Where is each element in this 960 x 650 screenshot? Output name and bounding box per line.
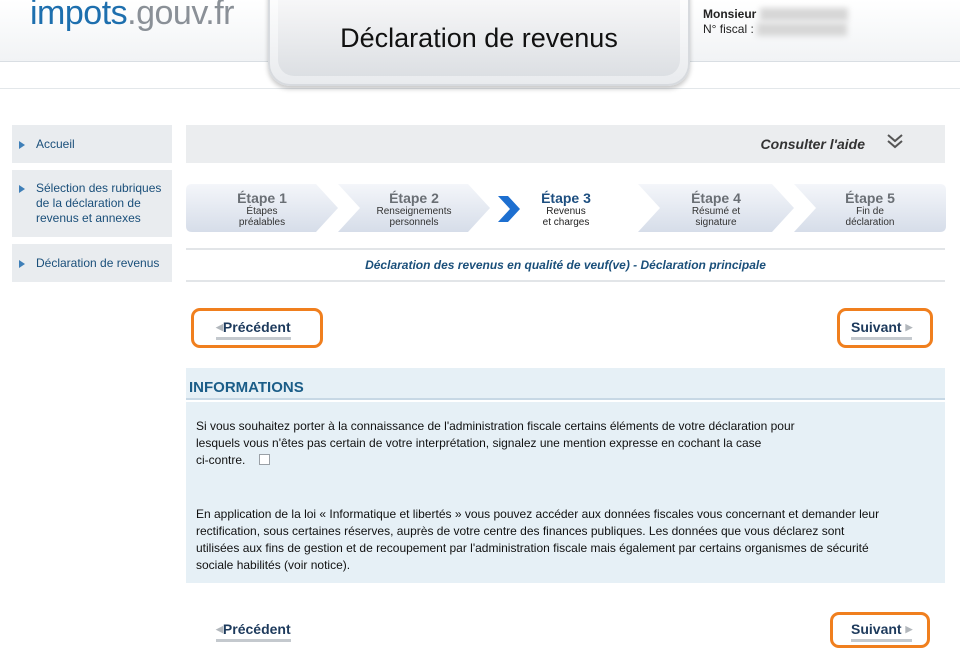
user-name: Monsieur — [703, 7, 757, 21]
step-subtitle-line1: Renseignements — [376, 206, 452, 217]
mention-expresse-checkbox[interactable] — [259, 454, 271, 465]
next-button-bottom[interactable]: Suivant ▶ — [851, 621, 913, 642]
mention-expresse-paragraph: Si vous souhaitez porter à la connaissan… — [196, 418, 795, 469]
text-line: ci-contre. — [196, 453, 246, 467]
arrow-left-icon: ◀ — [216, 624, 223, 634]
previous-button-bottom[interactable]: ◀Précédent — [216, 621, 291, 642]
step-subtitle-line2: préalables — [238, 217, 286, 228]
redacted-fiscal-number — [757, 23, 848, 37]
arrow-left-icon: ◀ — [216, 322, 223, 332]
header-divider — [0, 88, 960, 98]
chevron-double-down-icon[interactable] — [885, 131, 905, 151]
step-title: Étape 3 — [541, 190, 591, 206]
informatique-libertes-paragraph: En application de la loi « Informatique … — [196, 506, 879, 574]
text-line: En application de la loi « Informatique … — [196, 507, 880, 521]
step-5: Étape 5 Fin de déclaration — [794, 184, 946, 232]
sidebar-item-label: Accueil — [36, 137, 75, 151]
arrow-right-icon: ▶ — [905, 322, 913, 332]
sidebar-item-declaration-revenus[interactable]: Déclaration de revenus — [12, 244, 172, 282]
user-info: Monsieur N° fiscal : — [703, 7, 848, 37]
arrow-right-icon — [19, 141, 25, 149]
previous-button-label: Précédent — [222, 319, 291, 335]
arrow-right-icon: ▶ — [905, 624, 913, 634]
previous-button-label: Précédent — [222, 621, 291, 637]
step-subtitle-line2: déclaration — [845, 217, 895, 228]
step-subtitle-line2: personnels — [389, 217, 439, 228]
next-button-top[interactable]: Suivant ▶ — [851, 319, 913, 340]
step-title: Étape 4 — [691, 190, 741, 206]
informations-header: INFORMATIONS — [186, 368, 945, 400]
previous-button-top[interactable]: ◀Précédent — [216, 319, 291, 340]
site-logo[interactable]: impots.gouv.fr — [30, 0, 235, 33]
declaration-context-title: Déclaration des revenus en qualité de ve… — [365, 258, 766, 272]
step-subtitle-line1: Fin de — [856, 206, 884, 217]
step-subtitle-line1: Résumé et — [691, 206, 741, 217]
step-3: Étape 3 Revenus et charges — [514, 184, 618, 232]
page-title-box: Déclaration de revenus — [268, 0, 690, 86]
arrow-right-icon — [19, 260, 25, 268]
logo-main-text: impots — [30, 0, 128, 32]
step-1: Étape 1 Étapes préalables — [186, 184, 338, 232]
arrow-right-icon — [19, 185, 25, 193]
informations-title: INFORMATIONS — [189, 379, 304, 396]
text-line: utilisées aux fins de gestion et de reco… — [196, 541, 869, 555]
step-subtitle-line1: Étapes — [246, 206, 278, 217]
step-2: Étape 2 Renseignements personnels — [338, 184, 490, 232]
divider — [186, 248, 945, 250]
divider — [186, 280, 945, 282]
help-link[interactable]: Consulter l'aide — [761, 136, 865, 152]
step-subtitle-line2: et charges — [542, 217, 590, 228]
next-button-label: Suivant — [851, 621, 902, 637]
sidebar-item-selection-rubriques[interactable]: Sélection des rubriques de la déclaratio… — [12, 170, 172, 237]
step-subtitle-line1: Revenus — [546, 206, 586, 217]
text-line: lesquels vous n'êtes pas certain de votr… — [196, 436, 762, 450]
step-subtitle-line2: signature — [695, 217, 737, 228]
step-title: Étape 1 — [237, 190, 287, 206]
text-line: Si vous souhaitez porter à la connaissan… — [196, 419, 795, 433]
sidebar-item-label: Déclaration de revenus — [36, 256, 160, 270]
sidebar-item-accueil[interactable]: Accueil — [12, 125, 172, 163]
page-title: Déclaration de revenus — [340, 22, 618, 53]
fiscal-number-label: N° fiscal : — [703, 22, 754, 36]
step-title: Étape 2 — [389, 190, 439, 206]
text-line: rectification, sous certaines réserves, … — [196, 524, 845, 538]
redacted-name — [759, 8, 848, 22]
logo-domain-text: .gouv.fr — [127, 0, 235, 32]
text-line: sociale habilités (voir notice). — [196, 558, 351, 572]
step-title: Étape 5 — [845, 190, 895, 206]
help-bar: Consulter l'aide — [186, 125, 945, 163]
step-4: Étape 4 Résumé et signature — [638, 184, 794, 232]
sidebar-item-label: Sélection des rubriques de la déclaratio… — [36, 181, 162, 225]
informations-body: Si vous souhaitez porter à la connaissan… — [186, 402, 945, 583]
next-button-label: Suivant — [851, 319, 902, 335]
